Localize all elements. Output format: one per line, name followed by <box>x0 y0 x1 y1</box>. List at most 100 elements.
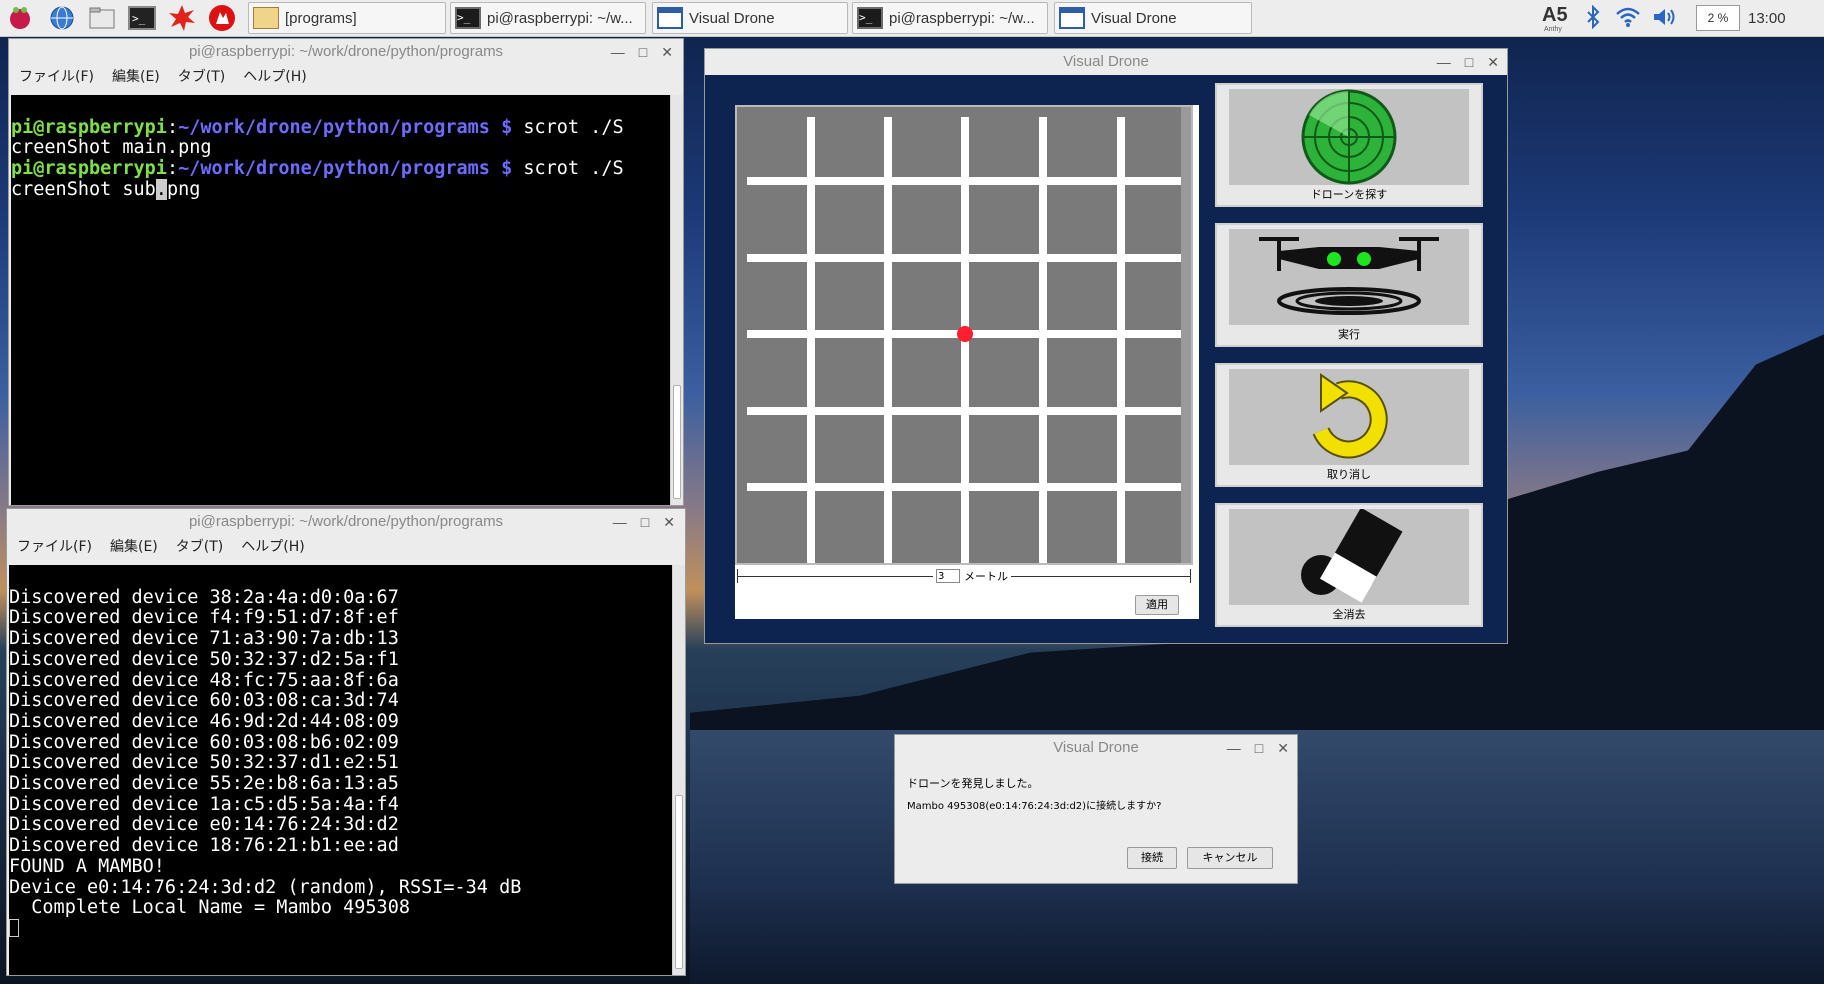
folder-icon <box>253 7 279 29</box>
button-label: ドローンを探す <box>1310 188 1388 201</box>
terminal-line: Discovered device 46:9d:2d:44:08:09 <box>9 710 399 732</box>
minimize-icon[interactable]: — <box>611 39 625 65</box>
ime-label: A5 <box>1542 4 1568 26</box>
window-titlebar[interactable]: pi@raspberrypi: ~/work/drone/python/prog… <box>9 39 683 65</box>
scale-unit-label: メートル <box>964 570 1008 583</box>
menu-tabs[interactable]: タブ(T) <box>178 66 225 86</box>
terminal-output[interactable]: pi@raspberrypi:~/work/drone/python/progr… <box>11 95 671 505</box>
drone-icon <box>1229 229 1469 325</box>
browser-globe-icon[interactable] <box>48 4 76 32</box>
volume-icon[interactable] <box>1646 6 1682 31</box>
terminal-window-bottom: pi@raspberrypi: ~/work/drone/python/prog… <box>6 508 686 976</box>
task-visual-drone-2[interactable]: Visual Drone <box>1054 2 1252 34</box>
system-tray: A5 Anthy 2 % 13:00 <box>1540 0 1786 36</box>
menu-file[interactable]: ファイル(F) <box>19 66 94 86</box>
terminal-icon: >_ <box>455 7 481 29</box>
dialog-message: ドローンを発見しました。 <box>907 777 1039 790</box>
scrollbar-thumb[interactable] <box>675 795 683 969</box>
menu-edit[interactable]: 編集(E) <box>112 66 160 86</box>
file-manager-icon[interactable] <box>88 4 116 32</box>
close-icon[interactable]: ✕ <box>1487 49 1499 75</box>
cpu-monitor[interactable]: 2 % <box>1696 5 1740 31</box>
eraser-icon <box>1229 509 1469 605</box>
cancel-button[interactable]: キャンセル <box>1187 847 1273 869</box>
minimize-icon[interactable]: — <box>1437 49 1451 75</box>
dialog-titlebar[interactable]: Visual Drone — □ ✕ <box>895 735 1297 761</box>
maximize-icon[interactable]: □ <box>1465 49 1473 75</box>
svg-text:>_: >_ <box>132 12 146 25</box>
terminal-line: pi@raspberrypi:~/work/drone/python/progr… <box>11 116 624 138</box>
raspberry-menu-icon[interactable] <box>6 4 34 32</box>
menu-tabs[interactable]: タブ(T) <box>176 536 223 556</box>
terminal-icon: >_ <box>857 7 883 29</box>
button-label: 全消去 <box>1332 608 1366 621</box>
minimize-icon[interactable]: — <box>613 509 627 535</box>
drone-panel: メートル 適用 ドローンを探す <box>705 75 1507 643</box>
undo-arrow-icon <box>1229 369 1469 465</box>
execute-button[interactable]: 実行 <box>1215 223 1483 347</box>
terminal-line: Device e0:14:76:24:3d:d2 (random), RSSI=… <box>9 876 522 898</box>
task-visual-drone-1[interactable]: Visual Drone <box>652 2 848 34</box>
window-title: pi@raspberrypi: ~/work/drone/python/prog… <box>188 513 504 530</box>
scale-input[interactable] <box>936 569 960 583</box>
search-drone-button[interactable]: ドローンを探す <box>1215 83 1483 207</box>
clear-all-button[interactable]: 全消去 <box>1215 503 1483 627</box>
window-title: Visual Drone <box>1063 53 1149 70</box>
clock[interactable]: 13:00 <box>1748 10 1786 27</box>
task-label: Visual Drone <box>1091 9 1177 27</box>
scrollbar[interactable] <box>670 95 683 505</box>
task-label: Visual Drone <box>689 9 775 27</box>
task-terminal-2[interactable]: >_ pi@raspberrypi: ~/w... <box>852 2 1048 34</box>
close-icon[interactable]: ✕ <box>661 39 673 65</box>
math-starburst-icon[interactable] <box>168 4 196 32</box>
menu-bar: ファイル(F) 編集(E) タブ(T) ヘルプ(H) <box>7 535 685 557</box>
radar-icon <box>1229 89 1469 185</box>
terminal-line: Discovered device 50:32:37:d2:5a:f1 <box>9 648 399 670</box>
drone-position-marker <box>957 326 973 342</box>
terminal-output[interactable]: Discovered device 38:2a:4a:d0:0a:67 Disco… <box>9 565 673 975</box>
scale-bar: メートル <box>737 569 1191 583</box>
undo-button[interactable]: 取り消し <box>1215 363 1483 487</box>
flight-grid[interactable] <box>735 105 1193 565</box>
taskbar: >_ [programs] >_ pi@raspberrypi: ~/w... … <box>0 0 1824 37</box>
apply-button[interactable]: 適用 <box>1135 595 1179 615</box>
terminal-line: Discovered device f4:f9:51:d7:8f:ef <box>9 607 399 629</box>
terminal-line: Discovered device 18:76:21:b1:ee:ad <box>9 835 399 857</box>
connect-button[interactable]: 接続 <box>1127 847 1177 869</box>
menu-edit[interactable]: 編集(E) <box>110 536 158 556</box>
maximize-icon[interactable]: □ <box>639 39 647 65</box>
terminal-launcher-icon[interactable]: >_ <box>128 4 156 32</box>
window-titlebar[interactable]: Visual Drone — □ ✕ <box>705 49 1507 75</box>
connect-dialog: Visual Drone — □ ✕ ドローンを発見しました。 Mambo 49… <box>894 734 1298 884</box>
task-label: pi@raspberrypi: ~/w... <box>889 9 1035 27</box>
bluetooth-icon[interactable] <box>1576 4 1610 32</box>
terminal-line: Discovered device 60:03:08:b6:02:09 <box>9 731 399 753</box>
window-icon <box>1059 7 1085 29</box>
dialog-question: Mambo 495308(e0:14:76:24:3d:d2)に接続しますか? <box>907 801 1162 812</box>
task-terminal-1[interactable]: >_ pi@raspberrypi: ~/w... <box>450 2 646 34</box>
minimize-icon[interactable]: — <box>1227 735 1241 761</box>
wolfram-icon[interactable] <box>208 4 236 32</box>
window-titlebar[interactable]: pi@raspberrypi: ~/work/drone/python/prog… <box>7 509 685 535</box>
scrollbar[interactable] <box>672 565 685 975</box>
menu-bar: ファイル(F) 編集(E) タブ(T) ヘルプ(H) <box>9 65 683 87</box>
task-label: pi@raspberrypi: ~/w... <box>487 9 633 27</box>
ime-indicator[interactable]: A5 Anthy <box>1540 2 1576 34</box>
menu-help[interactable]: ヘルプ(H) <box>243 66 306 86</box>
menu-help[interactable]: ヘルプ(H) <box>241 536 304 556</box>
terminal-line: creenShot main.png <box>11 137 212 159</box>
menu-file[interactable]: ファイル(F) <box>17 536 92 556</box>
task-programs[interactable]: [programs] <box>248 2 446 34</box>
scrollbar-thumb[interactable] <box>673 385 681 499</box>
close-icon[interactable]: ✕ <box>663 509 675 535</box>
terminal-line: Discovered device 50:32:37:d1:e2:51 <box>9 752 399 774</box>
wifi-icon[interactable] <box>1610 6 1646 31</box>
task-label: [programs] <box>285 9 357 27</box>
ime-sub-label: Anthy <box>1544 26 1562 33</box>
maximize-icon[interactable]: □ <box>1255 735 1263 761</box>
text-cursor <box>9 918 19 937</box>
button-label: 実行 <box>1338 328 1360 341</box>
close-icon[interactable]: ✕ <box>1277 735 1289 761</box>
maximize-icon[interactable]: □ <box>641 509 649 535</box>
terminal-line: Discovered device 55:2e:b8:6a:13:a5 <box>9 773 399 795</box>
